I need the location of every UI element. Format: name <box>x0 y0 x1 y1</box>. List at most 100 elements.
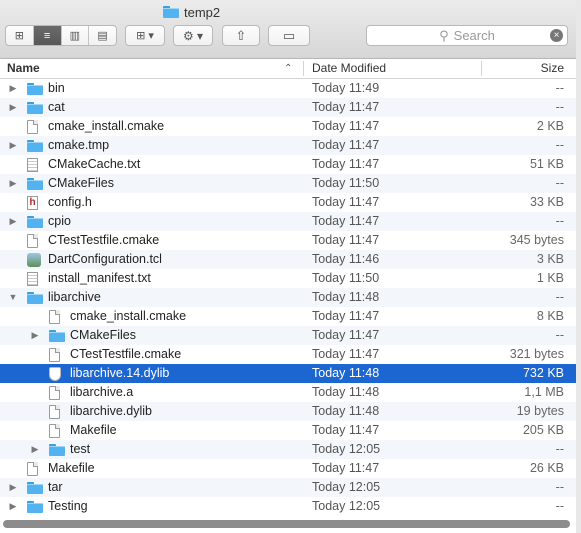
folder-icon <box>27 501 43 513</box>
disclosure-collapsed-icon[interactable]: ▶ <box>30 326 40 345</box>
file-row[interactable]: cmake_install.cmake Today 11:47 8 KB <box>0 307 576 326</box>
file-date: Today 11:47 <box>312 461 380 475</box>
file-row[interactable]: Makefile Today 11:47 26 KB <box>0 459 576 478</box>
file-row[interactable]: ▶ bin Today 11:49 -- <box>0 79 576 98</box>
file-size: 205 KB <box>522 423 564 437</box>
folder-icon <box>27 178 43 190</box>
titlebar: temp2 ⊞ ≡ ▥ ▤ ⊞ ▾ ⚙ ▾ ⇧ ▭ ⚲ Search × <box>0 0 581 59</box>
file-size: 19 bytes <box>516 404 564 418</box>
file-row[interactable]: CMakeCache.txt Today 11:47 51 KB <box>0 155 576 174</box>
arrange-menu-button[interactable]: ⊞ ▾ <box>125 25 165 46</box>
search-field[interactable]: ⚲ Search × <box>366 25 568 46</box>
disclosure-collapsed-icon[interactable]: ▶ <box>8 174 18 193</box>
file-name: cmake_install.cmake <box>70 309 187 323</box>
action-menu-button[interactable]: ⚙ ▾ <box>173 25 213 46</box>
file-row[interactable]: h config.h Today 11:47 33 KB <box>0 193 576 212</box>
column-divider[interactable] <box>481 61 482 76</box>
disclosure-collapsed-icon[interactable]: ▶ <box>8 497 18 516</box>
file-date: Today 11:48 <box>312 366 380 380</box>
file-size: -- <box>555 499 564 513</box>
disclosure-collapsed-icon[interactable]: ▶ <box>8 212 18 231</box>
file-row[interactable]: DartConfiguration.tcl Today 11:46 3 KB <box>0 250 576 269</box>
disclosure-collapsed-icon[interactable]: ▶ <box>8 136 18 155</box>
alias-file-icon <box>49 405 60 419</box>
file-size: -- <box>555 100 564 114</box>
file-name: CTestTestfile.cmake <box>48 233 160 247</box>
file-name: cpio <box>48 214 71 228</box>
tag-button[interactable]: ▭ <box>268 25 310 46</box>
file-size: 1,1 MB <box>524 385 564 399</box>
file-row[interactable]: install_manifest.txt Today 11:50 1 KB <box>0 269 576 288</box>
file-row[interactable]: libarchive.14.dylib Today 11:48 732 KB <box>0 364 576 383</box>
file-row[interactable]: ▶ CMakeFiles Today 11:47 -- <box>0 326 576 345</box>
file-name: CMakeFiles <box>70 328 136 342</box>
disclosure-collapsed-icon[interactable]: ▶ <box>8 79 18 98</box>
disclosure-expanded-icon[interactable]: ▼ <box>8 288 18 307</box>
finder-window: temp2 ⊞ ≡ ▥ ▤ ⊞ ▾ ⚙ ▾ ⇧ ▭ ⚲ Search × Nam… <box>0 0 581 533</box>
file-row[interactable]: ▶ cmake.tmp Today 11:47 -- <box>0 136 576 155</box>
size-column-header[interactable]: Size <box>541 59 564 78</box>
horizontal-scrollbar[interactable] <box>3 520 576 529</box>
window-title-text: temp2 <box>184 4 221 20</box>
file-name: cat <box>48 100 65 114</box>
view-mode-segmented-control[interactable]: ⊞ ≡ ▥ ▤ <box>5 25 117 46</box>
file-row[interactable]: ▶ CMakeFiles Today 11:50 -- <box>0 174 576 193</box>
share-button[interactable]: ⇧ <box>222 25 260 46</box>
header-file-icon: h <box>27 196 38 210</box>
file-date: Today 11:47 <box>312 233 380 247</box>
sort-indicator-icon: ⌃ <box>284 63 293 74</box>
clear-search-icon[interactable]: × <box>550 29 563 42</box>
file-name: test <box>70 442 91 456</box>
vertical-scrollbar-track[interactable] <box>576 0 581 533</box>
file-name: libarchive.a <box>70 385 134 399</box>
date-column-header[interactable]: Date Modified <box>312 59 386 78</box>
file-row[interactable]: libarchive.dylib Today 11:48 19 bytes <box>0 402 576 421</box>
file-name: tar <box>48 480 63 494</box>
disclosure-collapsed-icon[interactable]: ▶ <box>8 98 18 117</box>
file-row[interactable]: Makefile Today 11:47 205 KB <box>0 421 576 440</box>
folder-icon <box>27 140 43 152</box>
file-size: 51 KB <box>529 157 564 171</box>
file-row[interactable]: ▼ libarchive Today 11:48 -- <box>0 288 576 307</box>
icon-view-button[interactable]: ⊞ <box>6 26 34 45</box>
document-icon <box>27 120 38 134</box>
disclosure-collapsed-icon[interactable]: ▶ <box>8 478 18 497</box>
file-name: bin <box>48 81 65 95</box>
file-row[interactable]: ▶ test Today 12:05 -- <box>0 440 576 459</box>
file-date: Today 11:47 <box>312 214 380 228</box>
file-size: 26 KB <box>529 461 564 475</box>
file-date: Today 11:47 <box>312 423 380 437</box>
file-name: libarchive <box>48 290 101 304</box>
file-name: Makefile <box>70 423 117 437</box>
search-icon: ⚲ <box>439 27 449 43</box>
file-date: Today 11:47 <box>312 347 380 361</box>
coverflow-view-button[interactable]: ▤ <box>89 26 116 45</box>
file-date: Today 11:46 <box>312 252 380 266</box>
list-view-button[interactable]: ≡ <box>33 26 62 45</box>
file-size: -- <box>555 290 564 304</box>
file-size: -- <box>555 81 564 95</box>
file-name: libarchive.14.dylib <box>70 366 170 380</box>
file-date: Today 11:49 <box>312 81 380 95</box>
file-row[interactable]: cmake_install.cmake Today 11:47 2 KB <box>0 117 576 136</box>
disclosure-collapsed-icon[interactable]: ▶ <box>30 440 40 459</box>
text-file-icon <box>27 158 38 172</box>
column-view-button[interactable]: ▥ <box>62 26 90 45</box>
file-row[interactable]: CTestTestfile.cmake Today 11:47 321 bytes <box>0 345 576 364</box>
folder-icon <box>27 216 43 228</box>
file-row[interactable]: ▶ cat Today 11:47 -- <box>0 98 576 117</box>
scrollbar-thumb[interactable] <box>3 520 570 528</box>
file-row[interactable]: libarchive.a Today 11:48 1,1 MB <box>0 383 576 402</box>
file-row[interactable]: ▶ tar Today 12:05 -- <box>0 478 576 497</box>
file-row[interactable]: ▶ Testing Today 12:05 -- <box>0 497 576 516</box>
file-date: Today 12:05 <box>312 442 381 456</box>
column-divider[interactable] <box>303 61 304 76</box>
file-name: Testing <box>48 499 88 513</box>
file-date: Today 11:47 <box>312 100 380 114</box>
name-column-header[interactable]: Name <box>7 59 40 78</box>
file-date: Today 11:50 <box>312 271 380 285</box>
folder-icon <box>49 444 65 456</box>
file-row[interactable]: CTestTestfile.cmake Today 11:47 345 bytes <box>0 231 576 250</box>
file-row[interactable]: ▶ cpio Today 11:47 -- <box>0 212 576 231</box>
file-name: install_manifest.txt <box>48 271 151 285</box>
